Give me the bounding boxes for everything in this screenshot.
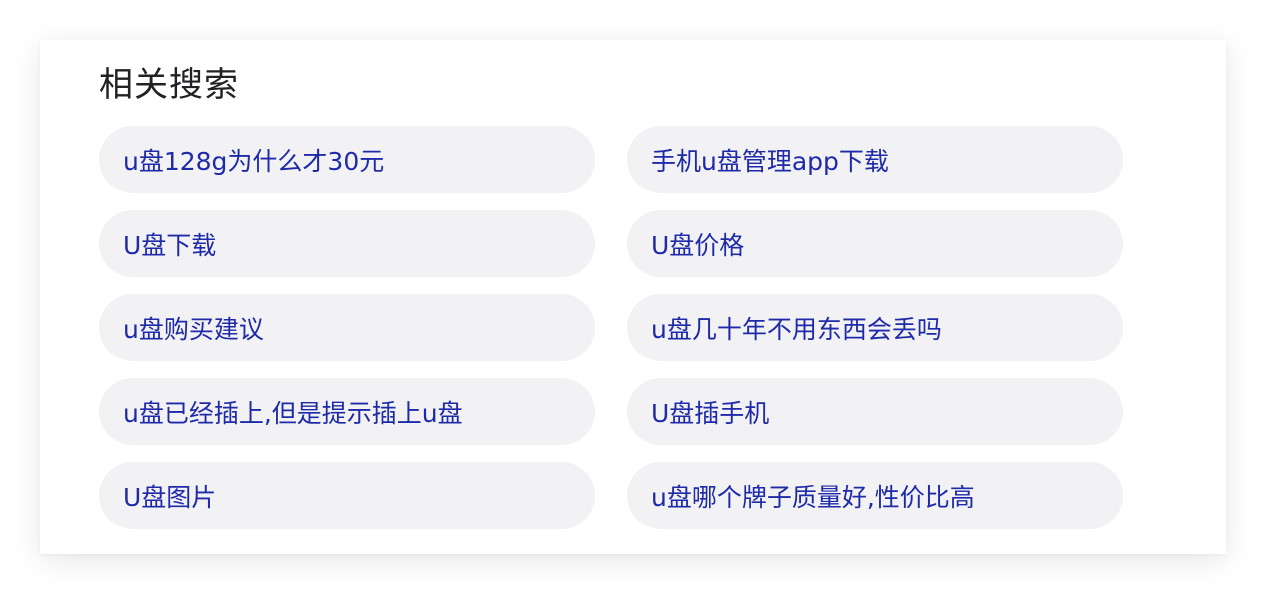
related-search-item[interactable]: u盘哪个牌子质量好,性价比高 bbox=[627, 462, 1123, 529]
related-search-item-label: u盘已经插上,但是提示插上u盘 bbox=[123, 398, 463, 428]
related-search-item[interactable]: u盘购买建议 bbox=[99, 294, 595, 361]
related-search-item-label: U盘下载 bbox=[123, 230, 217, 260]
related-search-item[interactable]: U盘价格 bbox=[627, 210, 1123, 277]
related-search-item-label: U盘插手机 bbox=[651, 398, 770, 428]
related-search-item-label: u盘128g为什么才30元 bbox=[123, 146, 385, 176]
related-search-item[interactable]: U盘下载 bbox=[99, 210, 595, 277]
related-search-item[interactable]: 手机u盘管理app下载 bbox=[627, 126, 1123, 193]
section-title: 相关搜索 bbox=[99, 65, 239, 105]
related-search-item-label: u盘购买建议 bbox=[123, 314, 264, 344]
related-search-item[interactable]: U盘插手机 bbox=[627, 378, 1123, 445]
related-search-item[interactable]: U盘图片 bbox=[99, 462, 595, 529]
related-search-item-label: 手机u盘管理app下载 bbox=[651, 146, 889, 176]
related-search-item-label: U盘价格 bbox=[651, 230, 745, 260]
related-search-item[interactable]: u盘几十年不用东西会丢吗 bbox=[627, 294, 1123, 361]
related-search-item-label: u盘几十年不用东西会丢吗 bbox=[651, 314, 942, 344]
related-search-item[interactable]: u盘已经插上,但是提示插上u盘 bbox=[99, 378, 595, 445]
related-search-card: 相关搜索 u盘128g为什么才30元 手机u盘管理app下载 U盘下载 U盘价格… bbox=[40, 40, 1226, 554]
related-search-item-label: U盘图片 bbox=[123, 482, 217, 512]
related-search-item[interactable]: u盘128g为什么才30元 bbox=[99, 126, 595, 193]
related-search-item-label: u盘哪个牌子质量好,性价比高 bbox=[651, 482, 975, 512]
related-search-grid: u盘128g为什么才30元 手机u盘管理app下载 U盘下载 U盘价格 u盘购买… bbox=[99, 126, 1123, 529]
